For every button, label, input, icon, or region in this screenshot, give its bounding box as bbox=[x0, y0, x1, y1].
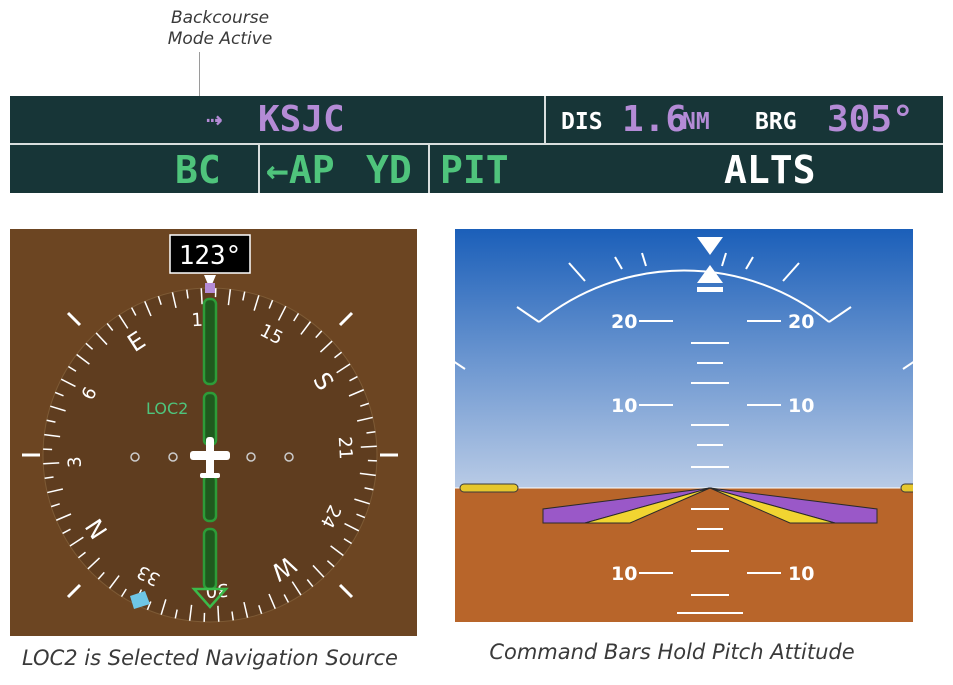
nav-status-divider bbox=[544, 96, 546, 143]
armed-vertical-alts: ALTS bbox=[724, 148, 816, 192]
afcs-divider-2 bbox=[428, 145, 430, 193]
attitude-graphic: 20 20 10 10 10 10 bbox=[455, 229, 913, 622]
attitude-indicator-panel: 20 20 10 10 10 10 bbox=[455, 229, 913, 622]
heading-readout: 123° bbox=[179, 241, 242, 271]
lateral-mode-bc: BC bbox=[175, 148, 221, 192]
compass-tick bbox=[43, 462, 60, 465]
hsi-graphic: E1215S2124W3033N36 123° bbox=[22, 234, 398, 623]
heading-bug-icon bbox=[205, 283, 215, 293]
callout-line-2: Mode Active bbox=[167, 29, 273, 49]
pitch-label: 10 bbox=[611, 395, 637, 417]
brg-label: BRG bbox=[755, 109, 797, 135]
right-figure-caption: Command Bars Hold Pitch Attitude bbox=[489, 640, 855, 664]
ap-status: ←AP bbox=[266, 148, 335, 192]
dis-value: 1.6 bbox=[622, 99, 688, 140]
active-waypoint: KSJC bbox=[258, 99, 345, 140]
afcs-divider-1 bbox=[258, 145, 260, 193]
nav-source-label: LOC2 bbox=[146, 399, 188, 418]
compass-tick bbox=[217, 605, 220, 622]
pfd-status-bar: ⇢ KSJC DIS 1.6 NM BRG 305° BC ←AP YD PIT… bbox=[10, 96, 943, 193]
pitch-label: 10 bbox=[611, 563, 637, 585]
compass-label: 21 bbox=[334, 436, 356, 460]
pitch-label: 10 bbox=[788, 563, 814, 585]
compass-label: 3 bbox=[64, 456, 86, 469]
hsi-panel: E1215S2124W3033N36 123° bbox=[10, 229, 417, 636]
pitch-label: 20 bbox=[788, 311, 814, 333]
right-reference-bar bbox=[900, 483, 913, 493]
status-row-divider bbox=[10, 143, 943, 145]
brg-value: 305° bbox=[827, 99, 914, 140]
yd-status: YD bbox=[366, 148, 412, 192]
backcourse-callout: Backcourse Mode Active bbox=[120, 8, 320, 50]
direct-to-icon: ⇢ bbox=[206, 102, 223, 135]
dis-unit: NM bbox=[682, 109, 710, 135]
left-figure-caption: LOC2 is Selected Navigation Source bbox=[22, 646, 398, 670]
compass-tick bbox=[200, 288, 203, 305]
slip-indicator bbox=[697, 287, 723, 292]
pitch-label: 20 bbox=[611, 311, 637, 333]
compass-tick bbox=[360, 445, 377, 448]
dis-label: DIS bbox=[561, 109, 603, 135]
vertical-mode-pit: PIT bbox=[440, 148, 509, 192]
left-reference-bar bbox=[459, 483, 519, 493]
callout-line-1: Backcourse bbox=[170, 8, 270, 28]
sky bbox=[455, 229, 913, 488]
pitch-label: 10 bbox=[788, 395, 814, 417]
